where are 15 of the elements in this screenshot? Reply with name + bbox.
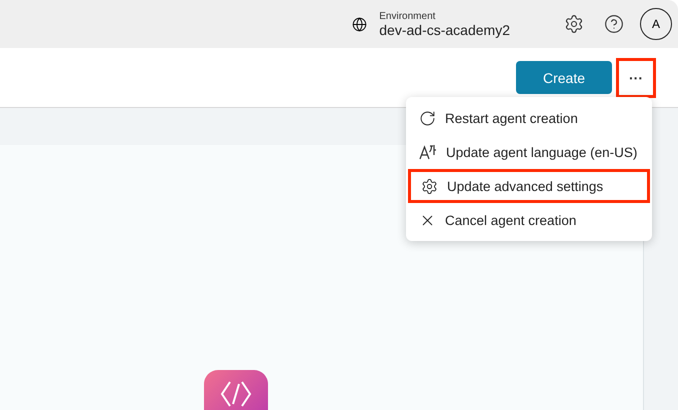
help-icon[interactable] [604,14,624,34]
globe-icon [352,16,368,32]
environment-name[interactable]: dev-ad-cs-academy2 [379,22,510,38]
menu-item[interactable]: Update advanced settings [408,169,650,203]
environment-label: Environment [379,10,436,22]
settings-icon [421,178,438,194]
menu-item[interactable]: Update agent language (en-US) [406,135,652,169]
menu-item[interactable]: Cancel agent creation [406,203,652,237]
avatar[interactable]: A [640,8,672,40]
translate-icon [419,143,437,161]
more-button[interactable]: ··· [616,58,656,98]
create-button[interactable]: Create [516,61,612,94]
settings-icon[interactable] [564,14,584,34]
refresh-icon [419,110,436,126]
menu-item[interactable]: Restart agent creation [406,101,652,135]
